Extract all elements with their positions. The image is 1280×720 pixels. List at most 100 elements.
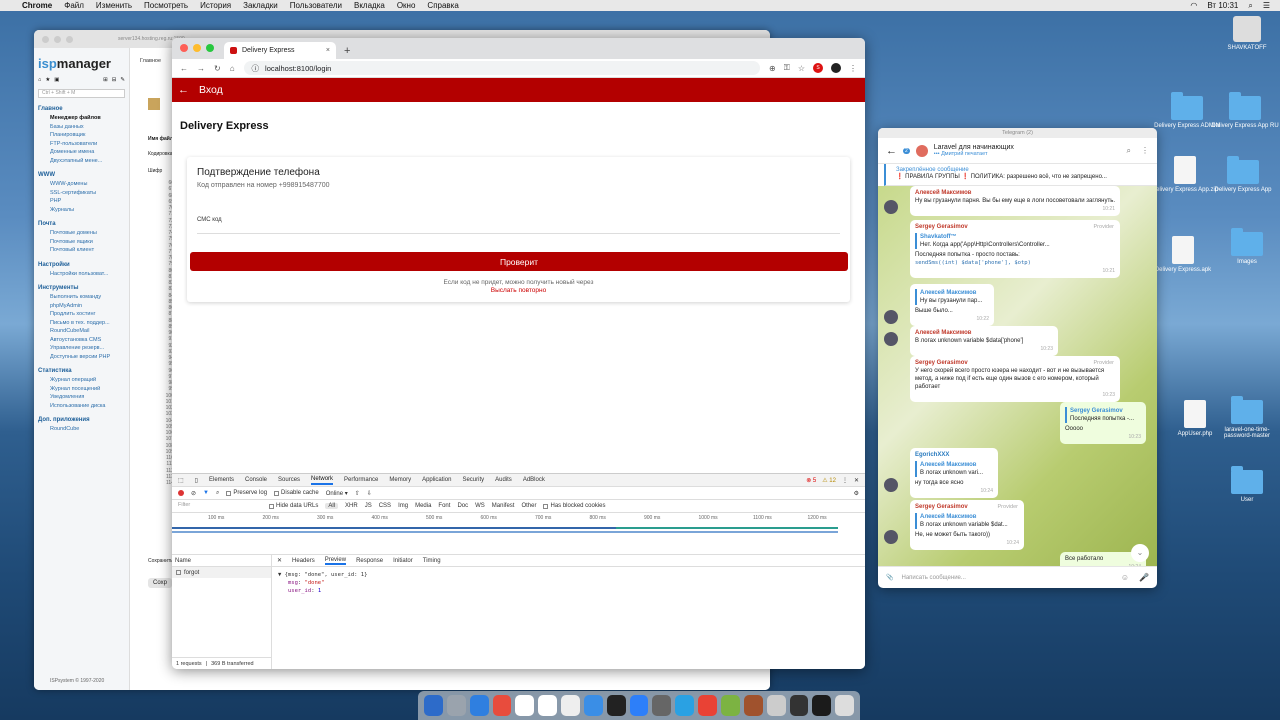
devtools-tab-memory[interactable]: Memory: [389, 477, 411, 483]
window-minimize-icon[interactable]: [193, 44, 201, 52]
isp-main-tab[interactable]: Главное: [140, 58, 161, 64]
back-arrow-icon[interactable]: ←: [178, 84, 189, 96]
menu-file[interactable]: Файл: [64, 1, 84, 10]
menu-window[interactable]: Окно: [397, 1, 416, 10]
devtools-tab-security[interactable]: Security: [462, 477, 484, 483]
devtools-tab-performance[interactable]: Performance: [344, 477, 378, 483]
detail-tab-headers[interactable]: Headers: [292, 558, 315, 564]
notes-icon[interactable]: [515, 695, 535, 716]
extension-red-icon[interactable]: S: [813, 63, 823, 73]
warning-count[interactable]: ⚠ 12: [822, 477, 836, 484]
finder-window-icon[interactable]: [766, 695, 786, 716]
clear-icon[interactable]: ⊘: [191, 490, 196, 497]
user-avatar[interactable]: [884, 332, 898, 346]
isp-nav-item[interactable]: Почтовые домены: [38, 229, 125, 238]
user-avatar[interactable]: [884, 200, 898, 214]
isp-nav-item[interactable]: Планировщик: [38, 131, 125, 140]
isp-nav-item[interactable]: Двухэтапный мене...: [38, 157, 125, 166]
desktop-folder-laravel-otp[interactable]: laravel-one-time-password-master: [1212, 396, 1280, 439]
chat-message[interactable]: Алексей Максимов Ну вы грузанули пар... Вы…: [910, 284, 994, 326]
detail-tab-response[interactable]: Response: [356, 558, 383, 564]
tab-close-icon[interactable]: ×: [326, 47, 330, 54]
search-icon[interactable]: ⌕: [216, 490, 219, 497]
isp-nav-item[interactable]: Продлить хостинг: [38, 310, 125, 319]
reply-quote[interactable]: Алексей Максимов Ну вы грузанули пар...: [915, 289, 989, 305]
desktop-file-apk[interactable]: Delivery Express.apk: [1148, 236, 1218, 273]
menu-help[interactable]: Справка: [427, 1, 458, 10]
desktop-folder-app-ru[interactable]: Delivery Express App RU: [1210, 92, 1280, 129]
scroll-down-icon[interactable]: ⌄: [1131, 544, 1149, 562]
tab-delivery-express[interactable]: Delivery Express ×: [224, 42, 336, 59]
target-icon[interactable]: ⊕: [769, 64, 776, 73]
type-filter-font[interactable]: Font: [438, 503, 450, 509]
isp-nav-item[interactable]: Менеджер файлов: [38, 114, 125, 123]
pin-icon[interactable]: ✎: [120, 77, 125, 83]
isp-save-button[interactable]: Сохр: [148, 578, 172, 588]
menu-tab[interactable]: Вкладка: [354, 1, 385, 10]
bookmark-star-icon[interactable]: ☆: [798, 64, 805, 73]
chat-message[interactable]: Sergey Gerasimov Последняя попытка -... Oo…: [1060, 402, 1146, 444]
new-tab-button[interactable]: +: [344, 45, 350, 57]
download-icon[interactable]: ⇩: [367, 490, 372, 497]
isp-nav-item[interactable]: phpMyAdmin: [38, 302, 125, 311]
menu-app-chrome[interactable]: Chrome: [22, 1, 52, 10]
settings-icon[interactable]: [652, 695, 672, 716]
settings-gear-icon[interactable]: ⚙: [854, 490, 865, 497]
reply-quote[interactable]: Shavkatoff™ Нет. Когда app('App\Http\Cont…: [915, 233, 1115, 249]
request-row[interactable]: forgot: [172, 567, 271, 578]
chat-message[interactable]: Sergey Gerasimov Provider Shavkatoff™ Нет. …: [910, 220, 1120, 278]
app-icon[interactable]: [743, 695, 763, 716]
filter-input[interactable]: Filter: [176, 502, 262, 511]
isp-nav-item[interactable]: FTP-пользователи: [38, 140, 125, 149]
reply-quote[interactable]: Алексей Максимов В логах unknown vari...: [915, 461, 993, 477]
isp-section-title[interactable]: WWW: [38, 172, 125, 178]
detail-tab-timing[interactable]: Timing: [423, 558, 441, 564]
type-filter-media[interactable]: Media: [415, 503, 431, 509]
desktop-folder-user[interactable]: User: [1212, 466, 1280, 503]
hide-data-urls-checkbox[interactable]: Hide data URLs: [269, 503, 318, 509]
kebab-menu-icon[interactable]: ⋮: [849, 64, 857, 73]
vscode-icon[interactable]: [583, 695, 603, 716]
profile-avatar[interactable]: [831, 63, 841, 73]
isp-nav-item[interactable]: Журнал посещений: [38, 385, 125, 394]
devtools-tab-sources[interactable]: Sources: [278, 477, 300, 483]
back-icon[interactable]: ←: [886, 145, 897, 157]
type-filter-manifest[interactable]: Manifest: [492, 503, 515, 509]
name-column-header[interactable]: Name: [172, 555, 271, 567]
devtools-menu-icon[interactable]: ⋮: [842, 477, 848, 484]
devtools-tab-adblock[interactable]: AdBlock: [523, 477, 545, 483]
type-filter-doc[interactable]: Doc: [457, 503, 468, 509]
isp-nav-item[interactable]: Доменные имена: [38, 148, 125, 157]
isp-nav-item[interactable]: Использование диска: [38, 402, 125, 411]
search-icon[interactable]: ⌕: [1127, 146, 1131, 156]
isp-nav-item[interactable]: WWW-домены: [38, 180, 125, 189]
network-timeline[interactable]: 100 ms 200 ms 300 ms 400 ms 500 ms 600 ms 700 …: [172, 513, 865, 555]
user-avatar[interactable]: [884, 478, 898, 492]
devtools-tab-application[interactable]: Application: [422, 477, 451, 483]
isp-section-title[interactable]: Доп. приложения: [38, 417, 125, 423]
chat-message[interactable]: Sergey Gerasimov Provider У него скорей вс…: [910, 356, 1120, 402]
preserve-log-checkbox[interactable]: Preserve log: [226, 490, 267, 496]
device-icon[interactable]: ▯: [195, 477, 198, 484]
star-icon[interactable]: ★: [45, 77, 50, 83]
resend-link[interactable]: Выслать повторно: [187, 287, 850, 294]
camera-icon[interactable]: ▣: [54, 77, 59, 83]
safari-icon[interactable]: [469, 695, 489, 716]
appstore-icon[interactable]: [629, 695, 649, 716]
type-filter-xhr[interactable]: XHR: [345, 503, 358, 509]
window-close-icon[interactable]: [42, 35, 49, 43]
isp-nav-item[interactable]: Управление резерв...: [38, 344, 125, 353]
android-icon[interactable]: [720, 695, 740, 716]
type-filter-css[interactable]: CSS: [379, 503, 391, 509]
chat-message[interactable]: Алексей Максимов В логах unknown variable…: [910, 326, 1058, 356]
isp-nav-item[interactable]: Настройки пользоват...: [38, 270, 125, 279]
isp-nav-item[interactable]: RoundCubeMail: [38, 327, 125, 336]
pinned-message[interactable]: Закреплённое сообщение ❗ ПРАВИЛА ГРУППЫ …: [884, 164, 1157, 186]
message-author[interactable]: Sergey Gerasimov: [915, 359, 1115, 367]
search-icon[interactable]: ⌕: [1248, 1, 1252, 11]
user-avatar[interactable]: [884, 310, 898, 324]
telegram-icon[interactable]: [675, 695, 695, 716]
detail-close-icon[interactable]: ✕: [277, 557, 282, 564]
detail-tab-initiator[interactable]: Initiator: [393, 558, 413, 564]
window-zoom-icon[interactable]: [206, 44, 214, 52]
